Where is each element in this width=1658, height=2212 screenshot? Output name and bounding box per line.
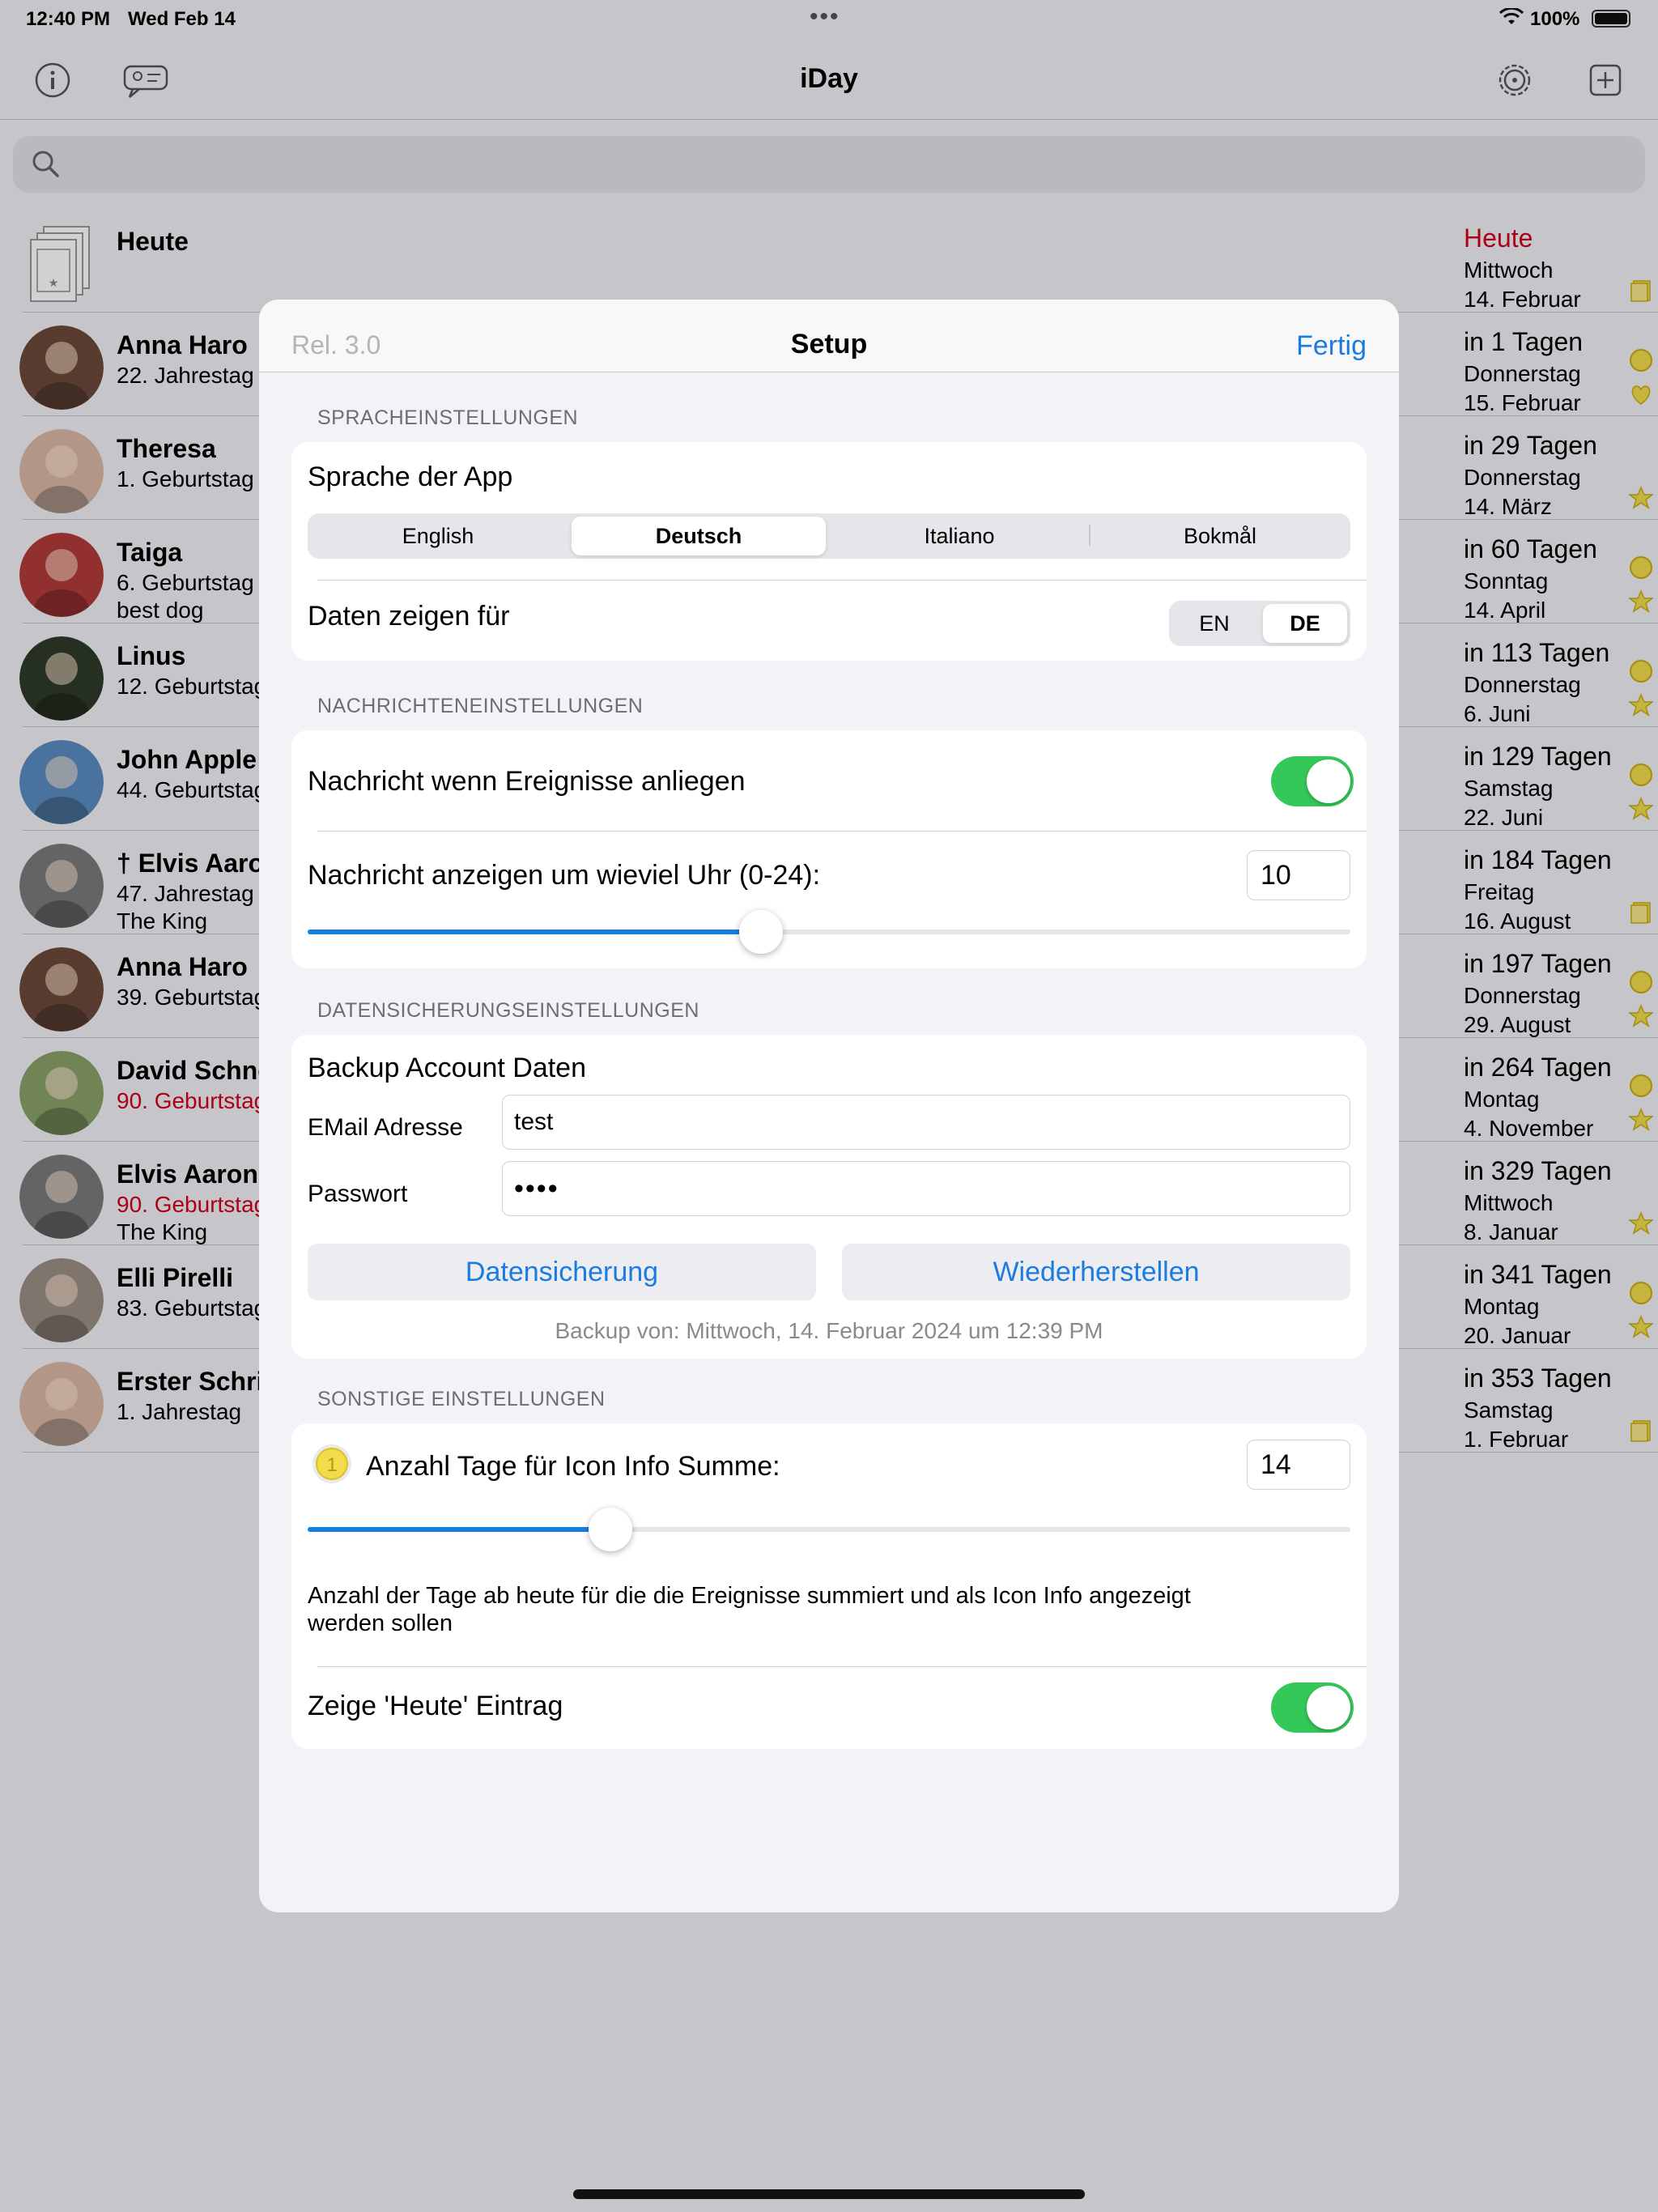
- home-indicator[interactable]: [573, 2189, 1085, 2199]
- app-language-option[interactable]: English: [311, 517, 565, 555]
- icon-days-description-line: werden sollen: [308, 1610, 453, 1636]
- notify-events-toggle[interactable]: [1271, 756, 1354, 806]
- backup-account-title: Backup Account Daten: [308, 1053, 587, 1083]
- setup-modal: Rel. 3.0 Setup Fertig SPRACHEINSTELLUNGE…: [259, 300, 1399, 1912]
- language-card: Sprache der App English Deutsch Italiano Bo…: [291, 442, 1367, 661]
- section-title-notifications: NACHRICHTENEINSTELLUNGEN: [317, 695, 644, 717]
- other-card: 1 Anzahl Tage für Icon Info Summe: 14 An…: [291, 1423, 1367, 1749]
- divider: [317, 1666, 1367, 1667]
- restore-button[interactable]: Wiederherstellen: [842, 1244, 1350, 1300]
- info-badge-glyph: 1: [326, 1454, 337, 1476]
- password-field[interactable]: ••••: [502, 1161, 1350, 1216]
- divider: [317, 580, 1367, 581]
- section-title-other: SONSTIGE EINSTELLUNGEN: [317, 1388, 606, 1410]
- app-language-option[interactable]: Italiano: [832, 517, 1086, 555]
- data-language-label: Daten zeigen für: [308, 601, 510, 632]
- show-today-label: Zeige 'Heute' Eintrag: [308, 1691, 563, 1721]
- app-language-option[interactable]: Deutsch: [572, 517, 826, 555]
- password-label: Passwort: [308, 1180, 408, 1207]
- data-language-segmented-control[interactable]: EN DE: [1169, 601, 1350, 646]
- notifications-card: Nachricht wenn Ereignisse anliegen Nachr…: [291, 730, 1367, 968]
- backup-button[interactable]: Datensicherung: [308, 1244, 816, 1300]
- show-today-toggle[interactable]: [1271, 1682, 1354, 1733]
- info-badge-icon: 1: [312, 1444, 351, 1483]
- email-label: EMail Adresse: [308, 1114, 463, 1141]
- icon-days-input[interactable]: 14: [1247, 1440, 1350, 1490]
- slider-thumb[interactable]: [588, 1508, 632, 1551]
- done-button[interactable]: Fertig: [1296, 330, 1367, 362]
- divider: [317, 831, 1367, 832]
- section-title-backup: DATENSICHERUNGSEINSTELLUNGEN: [317, 999, 699, 1022]
- app-language-label: Sprache der App: [308, 462, 513, 492]
- app-language-option[interactable]: Bokmål: [1093, 517, 1347, 555]
- section-title-language: SPRACHEINSTELLUNGEN: [317, 406, 579, 429]
- modal-title: Setup: [790, 329, 868, 359]
- app-language-segmented-control[interactable]: English Deutsch Italiano Bokmål: [308, 513, 1350, 559]
- notify-events-label: Nachricht wenn Ereignisse anliegen: [308, 766, 746, 797]
- notify-hour-input[interactable]: 10: [1247, 850, 1350, 900]
- icon-days-description: Anzahl der Tage ab heute für die die Ere…: [308, 1582, 1191, 1637]
- data-language-option[interactable]: DE: [1263, 604, 1347, 643]
- email-field[interactable]: test: [502, 1095, 1350, 1150]
- notify-hour-slider[interactable]: [308, 910, 1350, 954]
- notify-hour-label: Nachricht anzeigen um wieviel Uhr (0-24)…: [308, 860, 821, 891]
- modal-header: Rel. 3.0 Setup Fertig: [259, 300, 1399, 372]
- icon-days-label: Anzahl Tage für Icon Info Summe:: [366, 1451, 780, 1482]
- icon-days-slider[interactable]: [308, 1508, 1350, 1551]
- icon-days-description-line: Anzahl der Tage ab heute für die die Ere…: [308, 1583, 1191, 1609]
- backup-card: Backup Account Daten EMail Adresse test …: [291, 1035, 1367, 1359]
- slider-thumb[interactable]: [739, 910, 784, 954]
- backup-timestamp: Backup von: Mittwoch, 14. Februar 2024 u…: [555, 1318, 1103, 1343]
- segment-divider: [1089, 525, 1090, 546]
- data-language-option[interactable]: EN: [1172, 604, 1256, 643]
